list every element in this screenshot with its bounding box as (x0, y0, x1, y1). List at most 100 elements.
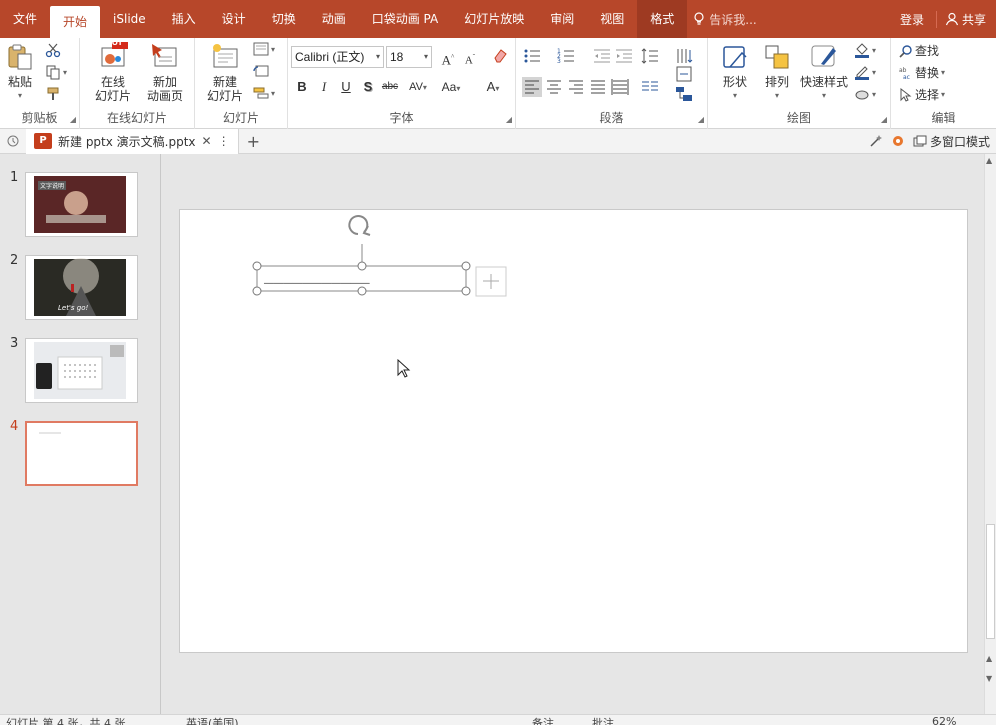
notes-button[interactable]: 备注 (532, 715, 554, 725)
align-text-icon[interactable] (674, 64, 694, 84)
strikethrough-button[interactable]: abc (380, 77, 400, 97)
text-direction-icon[interactable] (674, 46, 694, 66)
font-size-combo[interactable]: 18 ▾ (386, 46, 432, 68)
font-name-combo[interactable]: Calibri (正文) ▾ (291, 46, 384, 68)
tab-pocket-animation[interactable]: 口袋动画 PA (359, 0, 452, 38)
section-icon (253, 87, 269, 99)
paste-icon (8, 44, 32, 70)
grow-font-button[interactable]: A^ (438, 47, 458, 67)
zoom-level[interactable]: 62% (932, 715, 956, 725)
effects-icon (855, 90, 869, 100)
tab-home[interactable]: 开始 (50, 6, 101, 38)
copy-button[interactable]: ▾ (45, 64, 67, 80)
find-button[interactable]: 查找 (899, 42, 939, 59)
scroll-up-icon[interactable]: ▲ (986, 156, 992, 165)
online-slide-label: 在线 幻灯片 (94, 75, 131, 103)
tab-format[interactable]: 格式 (637, 0, 688, 38)
char-spacing-button[interactable]: AV▾ (404, 77, 432, 97)
tab-transitions[interactable]: 切换 (259, 0, 309, 38)
tab-animations[interactable]: 动画 (309, 0, 359, 38)
document-tab[interactable]: P 新建 pptx 演示文稿.pptx ✕ ⋮ (26, 128, 239, 154)
change-case-button[interactable]: Aa▾ (436, 77, 466, 97)
arrange-button[interactable]: 排列 ▾ (758, 42, 796, 103)
align-center-icon[interactable] (544, 77, 564, 97)
paste-button[interactable]: 粘贴 ▾ (5, 42, 35, 103)
comments-button[interactable]: 批注 (592, 715, 614, 725)
vertical-scrollbar[interactable]: ▲ ▲ ▼ (984, 154, 996, 714)
new-animation-page-button[interactable]: 新加 动画页 (140, 42, 190, 103)
slide-thumbnail-2[interactable]: Let's go! (25, 255, 138, 320)
quick-styles-icon (811, 45, 836, 67)
smartart-icon[interactable] (674, 84, 694, 104)
new-animation-page-label: 新加 动画页 (146, 75, 183, 103)
tab-slideshow[interactable]: 幻灯片放映 (451, 0, 537, 38)
tab-file[interactable]: 文件 (0, 0, 50, 38)
shrink-font-button[interactable]: Aˇ (460, 47, 480, 67)
align-right-icon[interactable] (566, 77, 586, 97)
select-button[interactable]: 选择 ▾ (899, 86, 945, 103)
shape-fill-button[interactable]: ▾ (854, 42, 876, 58)
distributed-icon[interactable] (610, 77, 630, 97)
layout-button[interactable]: ▾ (253, 42, 275, 56)
dialog-launcher-icon[interactable]: ◢ (506, 115, 512, 124)
multi-window-button[interactable]: 多窗口模式 (913, 133, 990, 150)
tell-me-box[interactable]: 告诉我... (693, 11, 757, 28)
current-slide[interactable]: ___________ (179, 209, 968, 653)
share-button[interactable]: 共享 (935, 10, 986, 28)
magic-wand-icon[interactable] (869, 134, 883, 148)
align-left-icon[interactable] (522, 77, 542, 97)
shape-effects-button[interactable]: ▾ (854, 86, 876, 102)
reset-button[interactable] (253, 64, 269, 78)
login-link[interactable]: 登录 (900, 11, 924, 28)
tab-review[interactable]: 审阅 (537, 0, 587, 38)
settings-icon[interactable] (891, 134, 905, 148)
next-slide-icon[interactable]: ▼ (986, 674, 992, 683)
file-switch-icon[interactable] (6, 134, 20, 148)
justify-icon[interactable] (588, 77, 608, 97)
more-icon[interactable]: ⋮ (218, 134, 230, 148)
change-case-glyph: Aa (441, 80, 457, 94)
replace-button[interactable]: ab ac 替换 ▾ (899, 64, 945, 81)
columns-icon[interactable] (640, 77, 660, 97)
language[interactable]: 英语(美国) (186, 715, 239, 725)
font-color-button[interactable]: A▾ (478, 77, 508, 97)
line-spacing-icon[interactable] (640, 46, 660, 66)
underline-button[interactable]: U (336, 77, 356, 97)
replace-label: 替换 (915, 66, 940, 80)
format-painter-button[interactable] (45, 86, 61, 102)
bullets-icon[interactable] (522, 46, 542, 66)
tab-insert[interactable]: 插入 (159, 0, 209, 38)
chevron-down-icon: ▾ (271, 88, 276, 98)
shape-outline-button[interactable]: ▾ (854, 64, 876, 80)
prev-slide-icon[interactable]: ▲ (986, 654, 992, 663)
add-tab-icon[interactable]: + (247, 132, 260, 151)
tab-view[interactable]: 视图 (587, 0, 637, 38)
add-content-icon (475, 266, 507, 297)
tab-design[interactable]: 设计 (209, 0, 259, 38)
close-icon[interactable]: ✕ (202, 134, 212, 148)
shadow-button[interactable]: S (358, 77, 378, 97)
dialog-launcher-icon[interactable]: ◢ (698, 115, 704, 124)
scroll-thumb[interactable] (986, 524, 995, 639)
brush-icon (47, 87, 59, 100)
slide-thumbnail-1[interactable]: 文字说明 (25, 172, 138, 237)
slide-thumbnail-3[interactable] (25, 338, 138, 403)
dialog-launcher-icon[interactable]: ◢ (881, 115, 887, 124)
decrease-indent-icon[interactable] (592, 46, 612, 66)
numbering-icon[interactable]: 123 (556, 46, 576, 66)
section-button[interactable]: ▾ (253, 86, 275, 100)
clear-format-button[interactable] (490, 47, 510, 67)
shapes-button[interactable]: 形状 ▾ (716, 42, 754, 103)
increase-indent-icon[interactable] (614, 46, 634, 66)
group-slides: 新建 幻灯片 ▾ ▾ 幻灯片 (195, 38, 288, 129)
slide-thumbnail-4[interactable] (25, 421, 138, 486)
online-slide-button[interactable]: 在线 幻灯片 (87, 42, 139, 103)
dialog-launcher-icon[interactable]: ◢ (70, 115, 76, 124)
cut-button[interactable] (45, 42, 61, 58)
bold-button[interactable]: B (292, 77, 312, 97)
quick-styles-button[interactable]: 快速样式 ▾ (798, 42, 850, 103)
slide-2-image: Let's go! (34, 258, 126, 316)
italic-button[interactable]: I (314, 77, 334, 97)
tab-islide[interactable]: iSlide (100, 0, 159, 38)
new-slide-button[interactable]: 新建 幻灯片 (200, 42, 250, 103)
